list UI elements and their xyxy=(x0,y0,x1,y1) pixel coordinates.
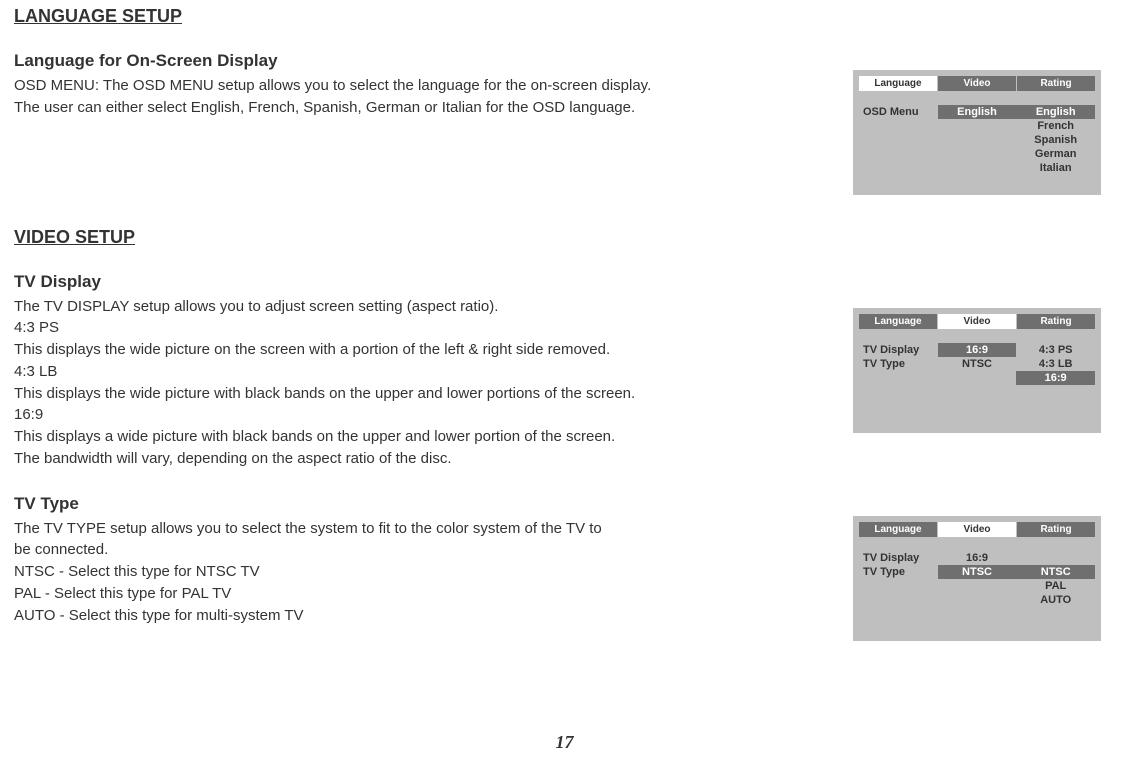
tv-type-l4: PAL - Select this type for PAL TV xyxy=(14,583,853,605)
osd-row-label: TV Type xyxy=(859,565,938,579)
tab-row: Language Video Rating xyxy=(859,522,1095,537)
osd-display-subtitle: Language for On-Screen Display xyxy=(14,51,853,71)
osd-option[interactable]: Italian xyxy=(1016,161,1095,175)
osd-panel-tvdisplay: Language Video Rating TV DisplayTV Type … xyxy=(853,308,1101,433)
osd-option[interactable]: Spanish xyxy=(1016,133,1095,147)
osd-row-value[interactable]: NTSC xyxy=(938,357,1017,371)
tv-type-l2: be connected. xyxy=(14,539,853,561)
panel2-values: 16:9NTSC xyxy=(938,343,1017,423)
tv-display-l5: This displays the wide picture with blac… xyxy=(14,383,853,405)
osd-row-value[interactable]: NTSC xyxy=(938,565,1017,579)
language-setup-title: LANGUAGE SETUP xyxy=(14,6,853,27)
osd-option[interactable]: 4:3 PS xyxy=(1016,343,1095,357)
tab-row: Language Video Rating xyxy=(859,314,1095,329)
osd-text-1: OSD MENU: The OSD MENU setup allows you … xyxy=(14,75,853,97)
osd-option[interactable]: 4:3 LB xyxy=(1016,357,1095,371)
osd-row-label: TV Display xyxy=(859,343,938,357)
tab-row: Language Video Rating xyxy=(859,76,1095,91)
panel3-options: NTSCPALAUTO xyxy=(1016,551,1095,631)
panel2-options: 4:3 PS4:3 LB16:9 xyxy=(1016,343,1095,423)
tab-language[interactable]: Language xyxy=(859,314,937,329)
osd-row-label: TV Type xyxy=(859,357,938,371)
tv-display-l8: The bandwidth will vary, depending on th… xyxy=(14,448,853,470)
tab-language[interactable]: Language xyxy=(859,522,937,537)
osd-option[interactable]: English xyxy=(1016,105,1095,119)
osd-option[interactable]: 16:9 xyxy=(1016,371,1095,385)
osd-option[interactable]: NTSC xyxy=(1016,565,1095,579)
osd-panel-tvtype: Language Video Rating TV DisplayTV Type … xyxy=(853,516,1101,641)
osd-option[interactable]: French xyxy=(1016,119,1095,133)
panel1-label: OSD Menu xyxy=(859,105,938,119)
osd-option[interactable]: German xyxy=(1016,147,1095,161)
panel1-options: EnglishFrenchSpanishGermanItalian xyxy=(1016,105,1095,185)
osd-option[interactable]: PAL xyxy=(1016,579,1095,593)
osd-row-value[interactable]: 16:9 xyxy=(938,551,1017,565)
osd-text-2: The user can either select English, Fren… xyxy=(14,97,853,119)
tab-video[interactable]: Video xyxy=(937,314,1016,329)
osd-row-value[interactable]: 16:9 xyxy=(938,343,1017,357)
panel3-values: 16:9NTSC xyxy=(938,551,1017,631)
tab-language[interactable]: Language xyxy=(859,76,937,91)
tab-rating[interactable]: Rating xyxy=(1016,522,1095,537)
panel1-value[interactable]: English xyxy=(938,105,1017,119)
tab-rating[interactable]: Rating xyxy=(1016,314,1095,329)
tv-display-l1: The TV DISPLAY setup allows you to adjus… xyxy=(14,296,853,318)
tv-type-subtitle: TV Type xyxy=(14,494,853,514)
tv-display-l7: This displays a wide picture with black … xyxy=(14,426,853,448)
tv-type-l1: The TV TYPE setup allows you to select t… xyxy=(14,518,853,540)
panel2-labels: TV DisplayTV Type xyxy=(859,343,938,423)
panel3-labels: TV DisplayTV Type xyxy=(859,551,938,631)
osd-option[interactable]: AUTO xyxy=(1016,593,1095,607)
tv-display-l4: 4:3 LB xyxy=(14,361,853,383)
tv-type-l5: AUTO - Select this type for multi-system… xyxy=(14,605,853,627)
tab-rating[interactable]: Rating xyxy=(1016,76,1095,91)
video-setup-title: VIDEO SETUP xyxy=(14,227,853,248)
page-number: 17 xyxy=(0,732,1129,753)
tab-video[interactable]: Video xyxy=(937,522,1016,537)
tv-display-l3: This displays the wide picture on the sc… xyxy=(14,339,853,361)
osd-row-label: TV Display xyxy=(859,551,938,565)
tv-display-subtitle: TV Display xyxy=(14,272,853,292)
tv-display-l2: 4:3 PS xyxy=(14,317,853,339)
tab-video[interactable]: Video xyxy=(937,76,1016,91)
osd-panel-language: Language Video Rating OSD Menu English E… xyxy=(853,70,1101,195)
tv-type-l3: NTSC - Select this type for NTSC TV xyxy=(14,561,853,583)
tv-display-l6: 16:9 xyxy=(14,404,853,426)
